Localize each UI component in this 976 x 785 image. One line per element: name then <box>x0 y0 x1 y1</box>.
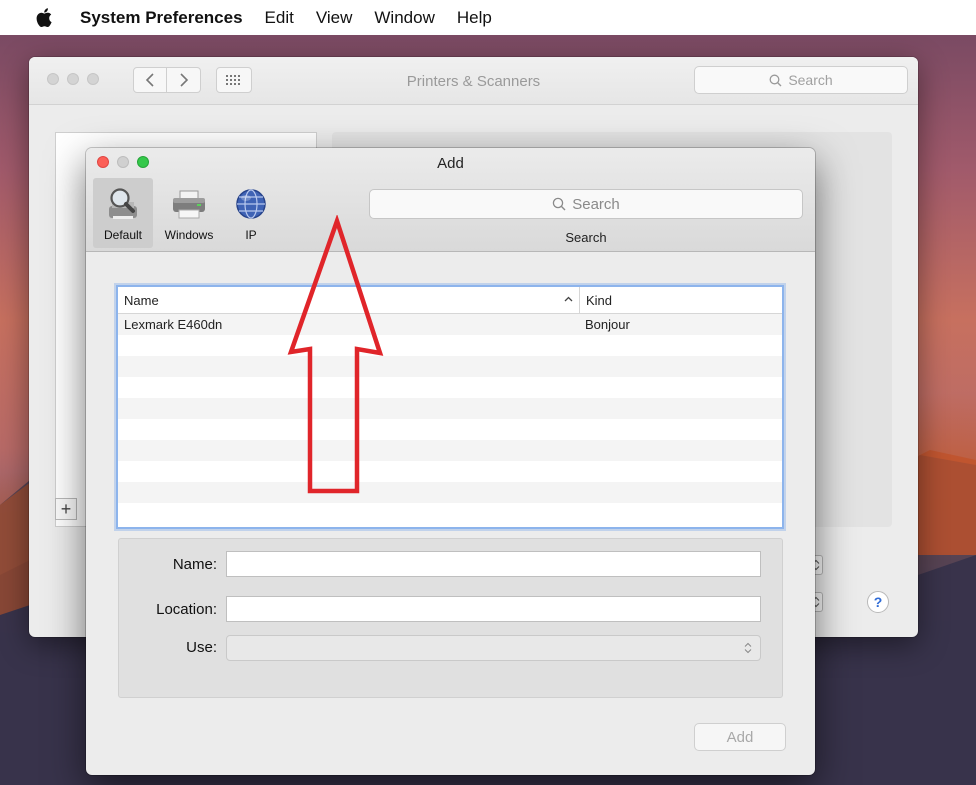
empty-row <box>118 356 782 377</box>
location-label: Location: <box>156 601 217 618</box>
search-icon <box>769 74 782 86</box>
sort-ascending-icon <box>564 293 573 305</box>
help-button[interactable]: ? <box>867 591 889 613</box>
use-driver-select[interactable] <box>226 635 761 661</box>
menu-view[interactable]: View <box>316 8 353 28</box>
apple-menu-icon[interactable] <box>34 8 54 28</box>
empty-row <box>118 440 782 461</box>
toolbar-windows-label: Windows <box>164 228 214 242</box>
updown-chevron-icon <box>744 642 752 654</box>
windows-printer-icon <box>169 186 209 222</box>
empty-row <box>118 461 782 482</box>
empty-row <box>118 377 782 398</box>
add-search-field[interactable]: Search <box>369 189 803 219</box>
toolbar-default-button[interactable]: Default <box>93 178 153 248</box>
printer-name-cell: Lexmark E460dn <box>124 317 223 332</box>
menu-bar: System Preferences Edit View Window Help <box>0 0 976 35</box>
use-label: Use: <box>186 639 217 656</box>
empty-row <box>118 503 782 524</box>
empty-row <box>118 398 782 419</box>
empty-row <box>118 482 782 503</box>
printer-details-form: Name: Location: Use: <box>118 538 783 698</box>
toolbar-default-label: Default <box>103 228 143 242</box>
add-dialog-toolbar: Add Default Windows IP Search Search <box>86 148 815 252</box>
empty-row <box>118 419 782 440</box>
menu-edit[interactable]: Edit <box>265 8 294 28</box>
column-header-kind[interactable]: Kind <box>579 287 612 313</box>
add-button[interactable]: Add <box>694 723 786 751</box>
add-dialog-title: Add <box>437 155 464 172</box>
search-icon <box>552 197 566 211</box>
prefs-search-field[interactable]: Search <box>694 66 908 94</box>
empty-row <box>118 335 782 356</box>
prefs-titlebar: Printers & Scanners Search <box>29 57 918 105</box>
toolbar-windows-button[interactable]: Windows <box>156 178 222 248</box>
name-field[interactable] <box>226 551 761 577</box>
name-label: Name: <box>172 556 217 573</box>
ip-globe-icon <box>231 186 271 222</box>
menu-window[interactable]: Window <box>374 8 434 28</box>
list-rows: Lexmark E460dn Bonjour <box>118 314 782 524</box>
menu-help[interactable]: Help <box>457 8 492 28</box>
list-header: Name Kind <box>118 287 782 314</box>
add-printer-dialog: Add Default Windows IP Search Search Nam… <box>86 148 815 775</box>
add-search-caption: Search <box>565 230 607 245</box>
location-field[interactable] <box>226 596 761 622</box>
column-header-name[interactable]: Name <box>118 287 579 313</box>
toolbar-ip-label: IP <box>245 228 257 242</box>
prefs-search-placeholder: Search <box>788 72 833 88</box>
toolbar-ip-button[interactable]: IP <box>226 178 276 248</box>
column-kind-label: Kind <box>586 292 613 308</box>
column-name-label: Name <box>124 292 159 308</box>
menu-app-name[interactable]: System Preferences <box>80 8 243 28</box>
add-search-placeholder: Search <box>572 195 620 213</box>
table-row[interactable]: Lexmark E460dn Bonjour <box>118 314 782 335</box>
printer-browser-list[interactable]: Name Kind Lexmark E460dn Bonjour <box>116 285 784 529</box>
default-printers-icon <box>103 186 143 222</box>
add-printer-button[interactable]: + <box>55 498 77 520</box>
printer-kind-cell: Bonjour <box>585 317 630 332</box>
